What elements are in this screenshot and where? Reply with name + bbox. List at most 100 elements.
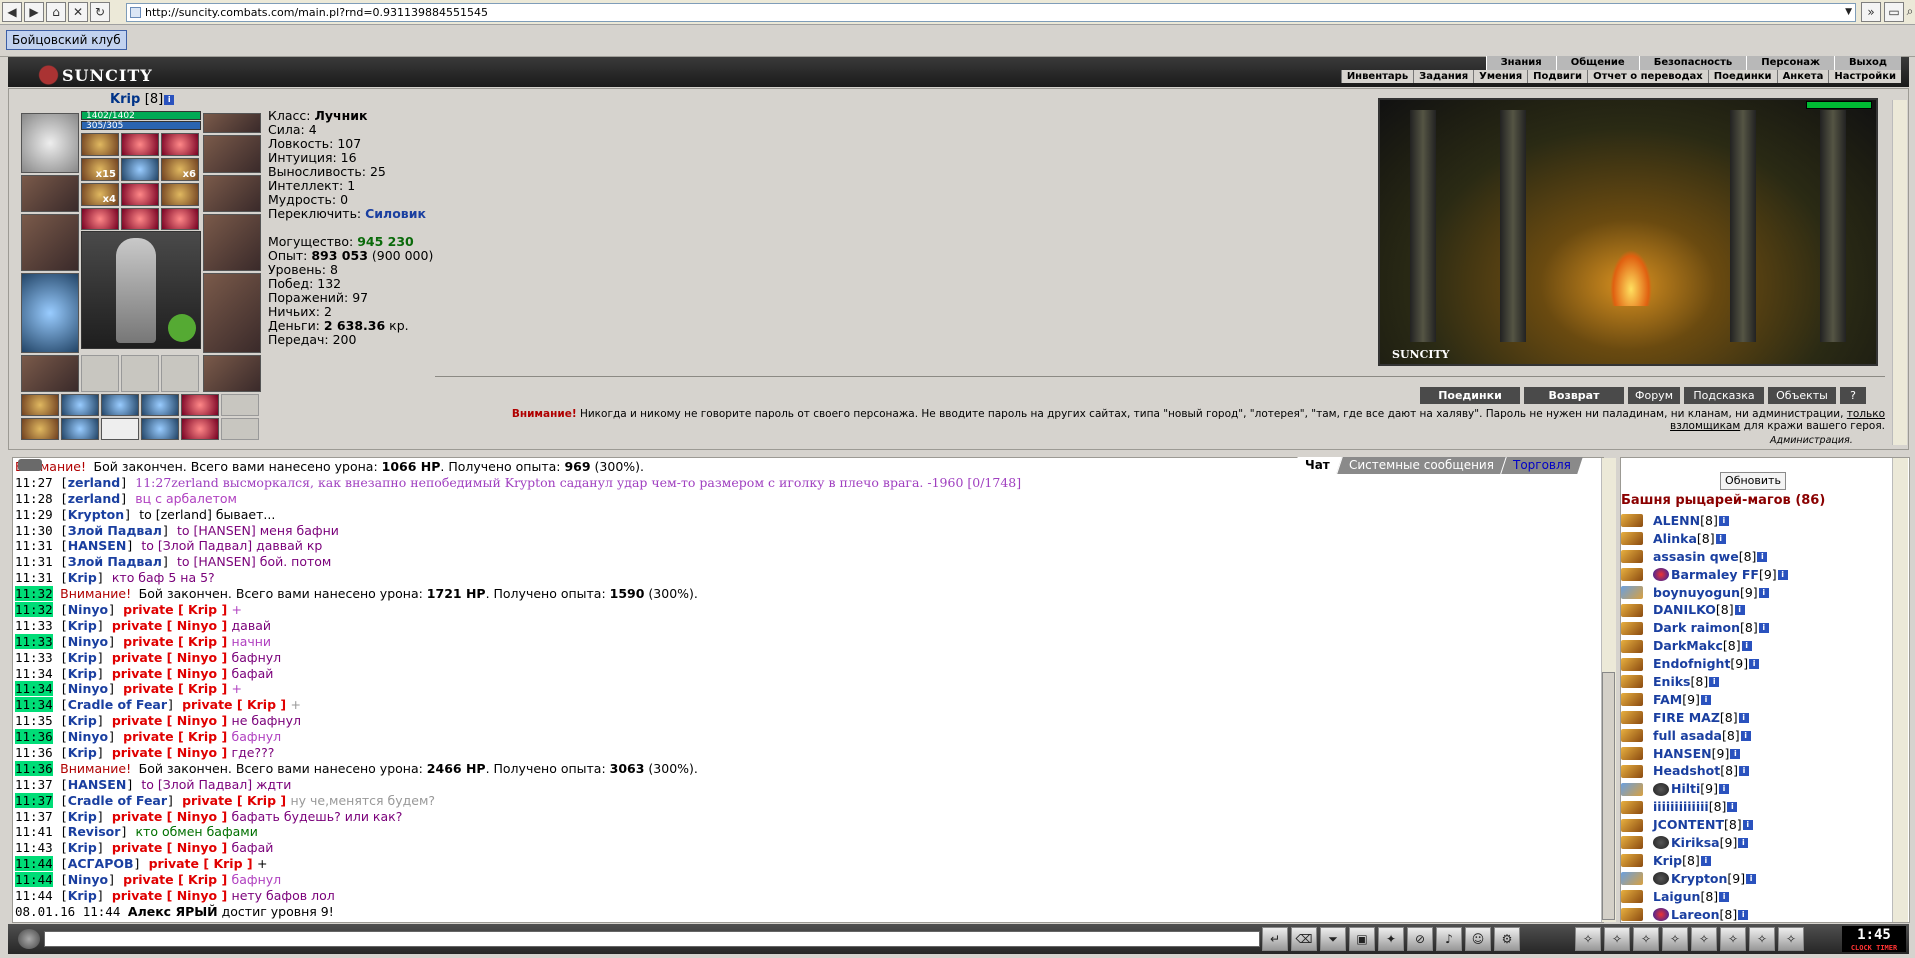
clan-icon[interactable]	[1653, 836, 1669, 850]
chat-name[interactable]: Ninyo	[68, 634, 108, 649]
info-icon[interactable]: i	[1700, 855, 1711, 866]
chat-target[interactable]: Krip	[213, 856, 242, 871]
send-icon[interactable]: ↵	[1262, 927, 1288, 951]
top-menu-item[interactable]: Выход	[1833, 56, 1901, 70]
action-button[interactable]: Объекты	[1768, 387, 1836, 404]
player-name[interactable]: FAM	[1653, 691, 1682, 709]
boots-slot[interactable]	[203, 355, 261, 392]
belt-item-slot[interactable]	[21, 394, 59, 416]
online-scrollbar[interactable]	[1892, 458, 1908, 922]
chat-private-tag[interactable]: private [ Krip ]	[123, 634, 231, 649]
chat-menu-icon[interactable]	[18, 459, 42, 471]
action-button[interactable]: Поединки	[1420, 387, 1520, 404]
chat-name[interactable]: Krip	[68, 745, 97, 760]
options-icon[interactable]: ⚙	[1494, 927, 1520, 951]
back-icon[interactable]: ◀	[2, 2, 22, 22]
spell-slot[interactable]	[161, 133, 199, 156]
chat-time[interactable]: 11:43	[15, 840, 53, 855]
sub-menu-item[interactable]: Анкета	[1776, 70, 1829, 83]
chat-target[interactable]: Ninyo	[177, 666, 217, 681]
status-icon[interactable]	[1621, 657, 1643, 671]
status-icon[interactable]	[1621, 568, 1643, 582]
belt-item-slot[interactable]	[21, 418, 59, 440]
quick-slot-icon[interactable]: ✧	[1778, 927, 1804, 951]
chat-time[interactable]: 11:31	[15, 570, 53, 585]
clear-icon[interactable]: ⌫	[1291, 927, 1317, 951]
online-player[interactable]: Lareon [8] i	[1621, 906, 1788, 924]
spell-slot[interactable]	[121, 133, 159, 156]
belt-item-slot[interactable]	[61, 394, 99, 416]
chat-name[interactable]: HANSEN	[68, 777, 127, 792]
player-name[interactable]: Lareon	[1671, 906, 1720, 924]
action-button[interactable]: ?	[1840, 387, 1866, 404]
player-name[interactable]: HANSEN	[1653, 745, 1712, 763]
status-icon[interactable]	[1621, 872, 1643, 886]
sub-menu-item[interactable]: Отчет о переводах	[1587, 70, 1708, 83]
chat-name[interactable]: zerland	[68, 475, 120, 490]
quick-slot-icon[interactable]: ✧	[1633, 927, 1659, 951]
player-name[interactable]: boynuyogun	[1653, 584, 1740, 602]
chat-target[interactable]: Krip	[247, 697, 276, 712]
chat-time[interactable]: 11:33	[15, 650, 53, 665]
status-icon[interactable]	[1621, 639, 1643, 653]
chat-name[interactable]: HANSEN	[68, 538, 127, 553]
spell-slot[interactable]: x6	[161, 158, 199, 181]
clan-icon[interactable]	[1653, 872, 1669, 886]
legs-slot[interactable]	[203, 273, 261, 353]
chat-target[interactable]: Ninyo	[177, 840, 217, 855]
chat-name[interactable]: Cradle of Fear	[68, 793, 167, 808]
spell-slot[interactable]	[81, 133, 119, 156]
chat-time[interactable]: 11:34	[15, 666, 53, 681]
chat-private-tag[interactable]: private [ Krip ]	[123, 681, 231, 696]
chat-time[interactable]: 11:31	[15, 538, 53, 553]
smile-button-icon[interactable]: ☺	[1465, 927, 1491, 951]
chat-private-tag[interactable]: private [ Ninyo ]	[112, 809, 232, 824]
spell-slot[interactable]	[121, 183, 159, 206]
belt-item-slot[interactable]	[221, 418, 259, 440]
chat-time[interactable]: 11:44	[15, 872, 53, 888]
info-icon[interactable]: i	[1734, 605, 1745, 616]
info-icon[interactable]: i	[1741, 641, 1752, 652]
chat-target[interactable]: Ninyo	[177, 809, 217, 824]
status-icon[interactable]	[1621, 854, 1643, 868]
clan-icon[interactable]	[1653, 908, 1669, 922]
chat-time[interactable]: 11:35	[15, 713, 53, 728]
status-icon[interactable]	[1621, 586, 1643, 599]
quick-slot-icon[interactable]: ✧	[1575, 927, 1601, 951]
armor-slot[interactable]	[21, 273, 79, 353]
online-player[interactable]: DANILKO [8] i	[1621, 601, 1788, 619]
chat-target[interactable]: Krip	[188, 681, 217, 696]
chat-name[interactable]: Cradle of Fear	[68, 697, 167, 712]
chat-tab[interactable]: Чат	[1292, 457, 1342, 474]
sub-menu-item[interactable]: Настройки	[1828, 70, 1901, 83]
status-icon[interactable]	[1621, 550, 1643, 564]
chat-name[interactable]: Krip	[68, 840, 97, 855]
top-menu-item[interactable]: Безопасность	[1638, 56, 1747, 70]
belt-item-slot[interactable]	[181, 394, 219, 416]
sub-menu-item[interactable]: Умения	[1473, 70, 1528, 83]
online-player[interactable]: Barmaley FF [9] i	[1621, 566, 1788, 584]
online-player[interactable]: DarkMakc [8] i	[1621, 637, 1788, 655]
info-icon[interactable]: i	[164, 94, 175, 105]
chat-name[interactable]: Злой Падвал	[68, 554, 162, 569]
online-player[interactable]: iiiiiiiiiiiii [8] i	[1621, 798, 1788, 816]
search-icon[interactable]: ⌕	[1905, 2, 1915, 22]
chat-target[interactable]: Krip	[188, 729, 217, 744]
character-avatar[interactable]	[81, 231, 201, 349]
sub-menu-item[interactable]: Подвиги	[1527, 70, 1588, 83]
chat-private-tag[interactable]: private [ Krip ]	[123, 729, 231, 744]
bracer-slot[interactable]	[21, 175, 79, 212]
gloves-slot[interactable]	[203, 175, 261, 212]
weapon-slot[interactable]	[21, 214, 79, 271]
chat-name[interactable]: Ninyo	[68, 602, 108, 617]
chat-time[interactable]: 11:31	[15, 554, 53, 569]
chat-time[interactable]: 11:37	[15, 809, 53, 824]
window-icon[interactable]: ▭	[1884, 2, 1904, 22]
chat-name[interactable]: Злой Падвал	[68, 523, 162, 538]
chat-private-tag[interactable]: private [ Krip ]	[182, 697, 290, 712]
chat-time[interactable]: 11:29	[15, 507, 53, 522]
chat-time[interactable]: 11:27	[15, 475, 53, 490]
chat-private-tag[interactable]: private [ Ninyo ]	[112, 666, 232, 681]
chat-log[interactable]: Внимание! Бой закончен. Всего вами нанес…	[12, 457, 1604, 923]
quick-slot-icon[interactable]: ✧	[1720, 927, 1746, 951]
